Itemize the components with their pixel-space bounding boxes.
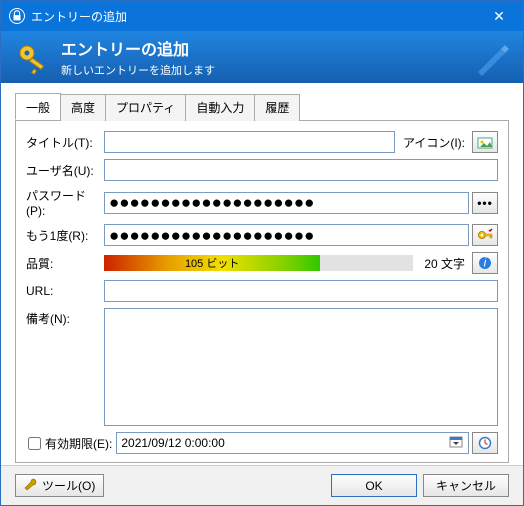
clock-icon <box>478 436 492 450</box>
title-label: タイトル(T): <box>26 134 104 151</box>
expiry-field[interactable]: 2021/09/12 0:00:00 <box>116 432 469 454</box>
cancel-button[interactable]: キャンセル <box>423 474 509 497</box>
app-icon <box>9 8 25 24</box>
expiry-dropdown-icon[interactable] <box>448 435 464 452</box>
info-icon: i <box>478 256 492 270</box>
titlebar: エントリーの追加 ✕ <box>1 1 523 31</box>
notes-textarea[interactable] <box>104 308 498 426</box>
svg-text:i: i <box>484 256 487 270</box>
tab-history[interactable]: 履歴 <box>254 94 300 121</box>
banner-title: エントリーの追加 <box>61 36 215 60</box>
close-button[interactable]: ✕ <box>479 8 519 25</box>
wrench-icon <box>24 477 38 494</box>
tab-autotype[interactable]: 自動入力 <box>185 94 255 121</box>
quality-fill: 105 ビット <box>104 255 320 271</box>
expiry-presets-button[interactable] <box>472 432 498 454</box>
expiry-label: 有効期限(E): <box>45 435 112 452</box>
tab-general[interactable]: 一般 <box>15 93 61 120</box>
banner-subtitle: 新しいエントリーを追加します <box>61 62 215 78</box>
repeat-password-input[interactable]: ●●●●●●●●●●●●●●●●●●●● <box>104 224 469 246</box>
quality-bar: 105 ビット <box>104 255 413 271</box>
banner: エントリーの追加 新しいエントリーを追加します <box>1 31 523 83</box>
window-title: エントリーの追加 <box>31 8 479 25</box>
tools-label: ツール(O) <box>42 477 95 494</box>
key-icon <box>15 39 51 75</box>
password-label: パスワード(P): <box>26 187 104 218</box>
username-label: ユーザ名(U): <box>26 162 104 179</box>
title-input[interactable] <box>104 131 395 153</box>
ok-button[interactable]: OK <box>331 474 417 497</box>
repeat-label: もう1度(R): <box>26 227 104 244</box>
dots-icon: ••• <box>477 196 493 210</box>
pencil-icon <box>473 37 513 80</box>
tab-advanced[interactable]: 高度 <box>60 94 106 121</box>
button-bar: ツール(O) OK キャンセル <box>1 465 523 505</box>
tab-properties[interactable]: プロパティ <box>105 94 186 121</box>
generate-password-button[interactable] <box>472 224 498 246</box>
key-gen-icon <box>477 228 493 242</box>
body: 一般 高度 プロパティ 自動入力 履歴 タイトル(T): アイコン(I): ユー… <box>1 83 523 467</box>
username-input[interactable] <box>104 159 498 181</box>
tab-panel-general: タイトル(T): アイコン(I): ユーザ名(U): パスワード(P): ●●●… <box>15 121 509 463</box>
tab-strip: 一般 高度 プロパティ 自動入力 履歴 <box>15 93 509 121</box>
url-input[interactable] <box>104 280 498 302</box>
reveal-password-button[interactable]: ••• <box>472 192 498 214</box>
quality-empty <box>320 255 413 271</box>
expiry-value: 2021/09/12 0:00:00 <box>121 436 224 450</box>
expiry-checkbox[interactable] <box>28 437 41 450</box>
quality-info-button[interactable]: i <box>472 252 498 274</box>
notes-label: 備考(N): <box>26 308 104 426</box>
url-label: URL: <box>26 284 104 298</box>
tools-button[interactable]: ツール(O) <box>15 474 104 497</box>
char-count: 20 文字 <box>419 255 469 272</box>
password-input[interactable]: ●●●●●●●●●●●●●●●●●●●● <box>104 192 469 214</box>
dialog-window: エントリーの追加 ✕ エントリーの追加 新しいエントリーを追加します 一般 高度… <box>0 0 524 506</box>
quality-bits-text: 105 ビット <box>104 255 320 271</box>
banner-texts: エントリーの追加 新しいエントリーを追加します <box>61 36 215 78</box>
quality-label: 品質: <box>26 255 104 272</box>
icon-picker-button[interactable] <box>472 131 498 153</box>
icon-label: アイコン(I): <box>403 134 465 151</box>
